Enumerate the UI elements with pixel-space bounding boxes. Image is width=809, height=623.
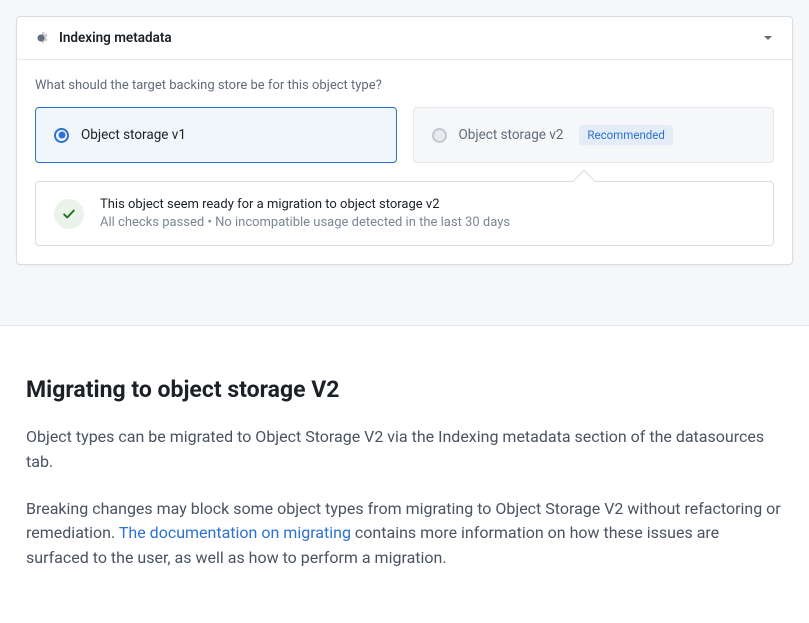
status-text: This object seem ready for a migration t…	[100, 197, 510, 230]
status-secondary: All checks passed • No incompatible usag…	[100, 215, 510, 230]
migration-doc-link[interactable]: The documentation on migrating	[119, 523, 355, 542]
option-object-storage-v1[interactable]: Object storage v1	[35, 107, 397, 163]
backing-store-question: What should the target backing store be …	[35, 78, 774, 93]
status-primary: This object seem ready for a migration t…	[100, 197, 510, 212]
chevron-down-icon	[760, 30, 776, 46]
doc-heading: Migrating to object storage V2	[26, 376, 783, 403]
option-label: Object storage v1	[81, 127, 186, 143]
status-box-wrapper: This object seem ready for a migration t…	[35, 181, 774, 246]
panel-region: Indexing metadata What should the target…	[0, 0, 809, 326]
panel-title: Indexing metadata	[59, 30, 760, 46]
migration-status-box: This object seem ready for a migration t…	[35, 181, 774, 246]
option-object-storage-v2[interactable]: Object storage v2 Recommended	[413, 107, 775, 163]
gear-icon	[33, 30, 49, 46]
doc-paragraph-1: Object types can be migrated to Object S…	[26, 425, 783, 475]
radio-icon	[432, 128, 447, 143]
doc-paragraph-2: Breaking changes may block some object t…	[26, 497, 783, 571]
radio-icon	[54, 128, 69, 143]
doc-section: Migrating to object storage V2 Object ty…	[0, 326, 809, 619]
options-row: Object storage v1 Object storage v2 Reco…	[35, 107, 774, 163]
panel-header[interactable]: Indexing metadata	[17, 17, 792, 60]
option-label: Object storage v2	[459, 127, 564, 143]
panel-body: What should the target backing store be …	[17, 60, 792, 264]
indexing-metadata-panel: Indexing metadata What should the target…	[16, 16, 793, 265]
check-icon	[54, 199, 84, 229]
recommended-badge: Recommended	[579, 125, 672, 145]
